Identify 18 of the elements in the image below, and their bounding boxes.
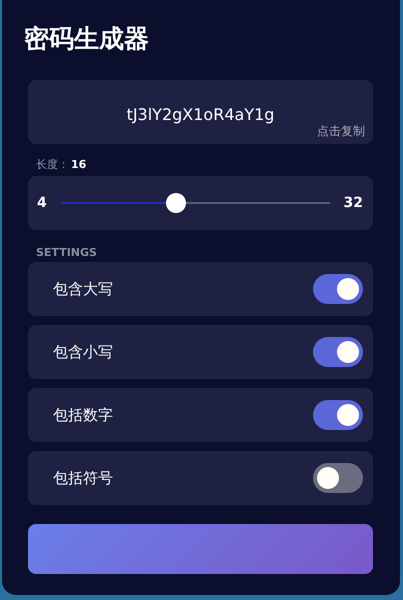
slider-max: 32 bbox=[344, 195, 363, 211]
setting-label: 包含小写 bbox=[53, 342, 113, 362]
app-title: 密码生成器 bbox=[24, 23, 150, 55]
setting-label: 包含大写 bbox=[53, 280, 113, 298]
toggle-switch[interactable] bbox=[313, 400, 363, 430]
copy-hint[interactable]: 点击复制 bbox=[317, 123, 365, 140]
toggle-switch[interactable] bbox=[313, 463, 363, 493]
setting-label: 包括符号 bbox=[53, 468, 113, 488]
length-label: 长度： bbox=[36, 158, 69, 172]
setting-label: 包括数字 bbox=[53, 406, 113, 424]
slider-thumb[interactable] bbox=[166, 193, 186, 213]
toggle-switch[interactable] bbox=[313, 274, 363, 304]
toggle-switch[interactable] bbox=[313, 337, 363, 367]
settings-heading: SETTINGS bbox=[36, 246, 98, 260]
password-display[interactable]: tJ3lY2gX1oR4aY1g 点击复制 bbox=[28, 80, 373, 144]
slider-min: 4 bbox=[37, 195, 47, 211]
password-text: tJ3lY2gX1oR4aY1g bbox=[126, 104, 274, 124]
length-value: 16 bbox=[71, 158, 86, 172]
